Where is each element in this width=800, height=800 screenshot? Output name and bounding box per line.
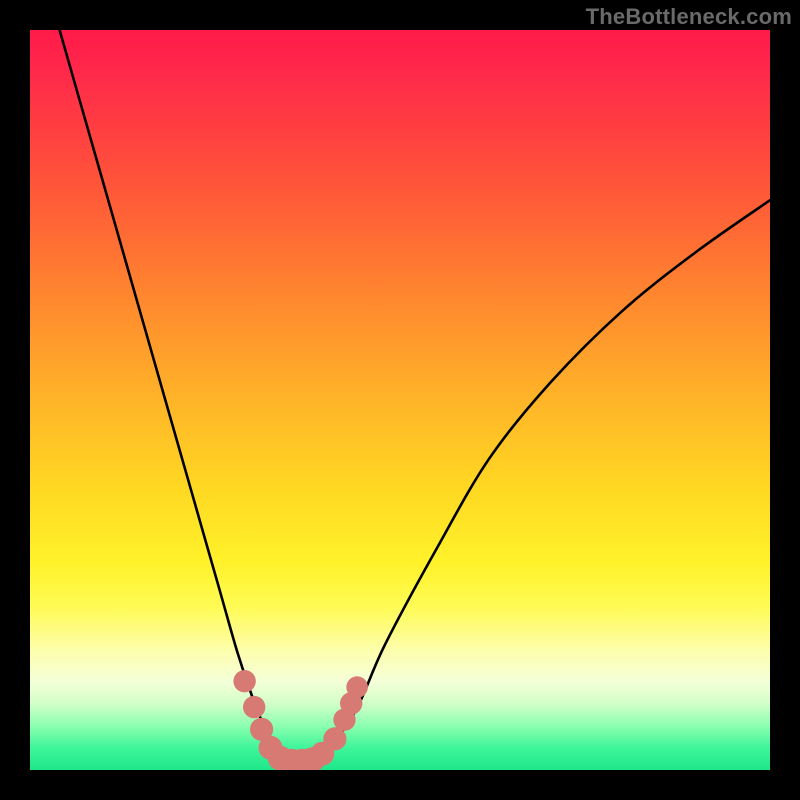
curve-layer [60,30,770,762]
bottleneck-curve [60,30,770,762]
chart-svg [30,30,770,770]
curve-marker [243,696,265,718]
curve-marker [233,670,255,692]
curve-marker [346,676,368,698]
plot-area [30,30,770,770]
outer-frame: TheBottleneck.com [0,0,800,800]
marker-layer [233,670,368,770]
watermark-text: TheBottleneck.com [586,4,792,30]
